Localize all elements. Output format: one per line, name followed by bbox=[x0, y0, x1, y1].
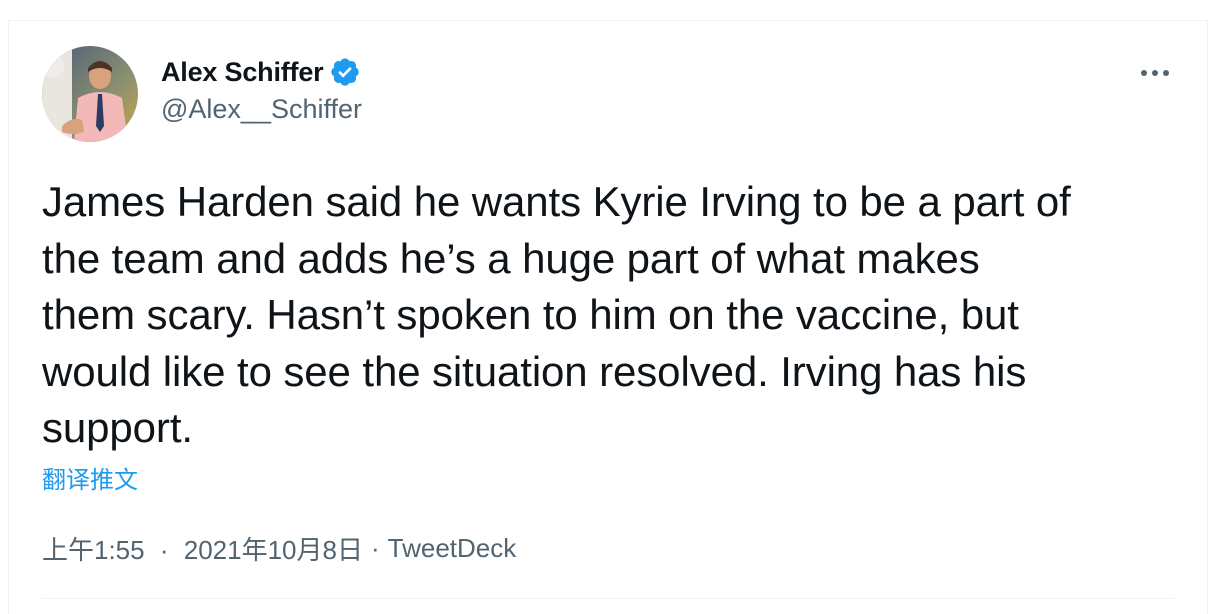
verified-badge-icon bbox=[329, 56, 361, 88]
author-display-name[interactable]: Alex Schiffer bbox=[161, 57, 324, 88]
author-handle[interactable]: @Alex__Schiffer bbox=[161, 94, 362, 125]
tweet-time-link[interactable]: 上午1:55 · 2021年10月8日 bbox=[42, 530, 363, 567]
meta-separator: · bbox=[159, 535, 169, 565]
more-icon[interactable] bbox=[1135, 58, 1175, 88]
tweet-source-link[interactable]: TweetDeck bbox=[388, 533, 517, 564]
tweet-page: Alex Schiffer @Alex__Schiffer James Hard… bbox=[0, 0, 1220, 614]
tweet-meta: 上午1:55 · 2021年10月8日 · TweetDeck bbox=[42, 530, 516, 567]
avatar-photo bbox=[42, 46, 138, 142]
avatar[interactable] bbox=[42, 46, 138, 142]
meta-separator: · bbox=[370, 533, 380, 563]
divider bbox=[42, 598, 1174, 599]
tweet-text: James Harden said he wants Kyrie Irving … bbox=[42, 178, 1071, 451]
tweet-date: 2021年10月8日 bbox=[183, 535, 363, 565]
translate-tweet-link[interactable]: 翻译推文 bbox=[42, 460, 138, 495]
tweet-time: 上午1:55 bbox=[42, 535, 145, 565]
author-name-row[interactable]: Alex Schiffer bbox=[161, 55, 361, 89]
